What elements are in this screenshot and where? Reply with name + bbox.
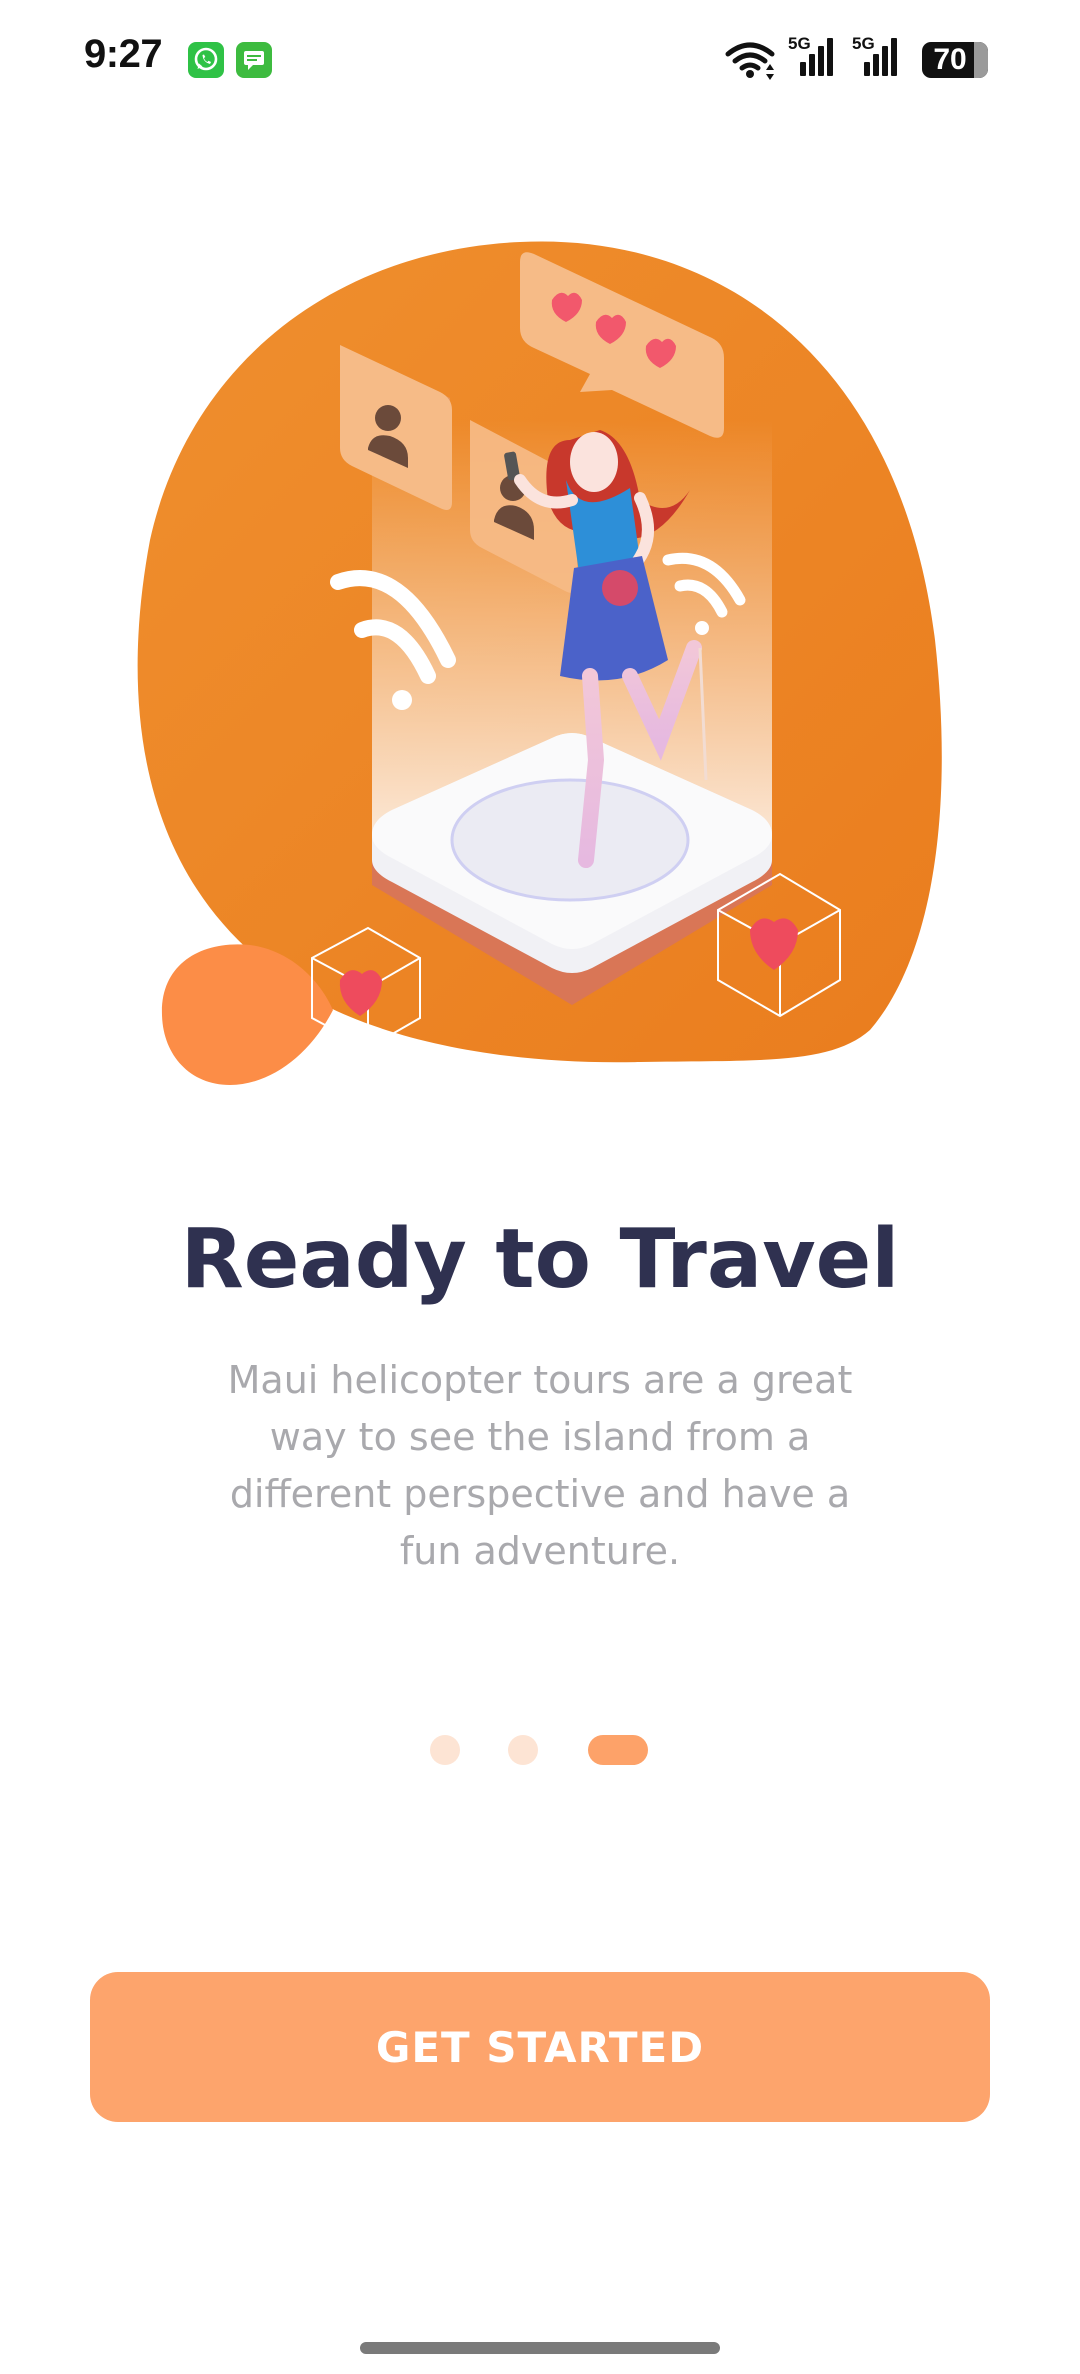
status-time: 9:27	[84, 32, 163, 76]
page-description: Maui helicopter tours are a great way to…	[227, 1358, 853, 1573]
page-indicator-dot[interactable]	[430, 1735, 460, 1765]
page-title: Ready to Travel	[180, 1212, 900, 1307]
signal-icon: 5G	[788, 34, 838, 82]
battery-level: 70	[933, 43, 967, 76]
page-indicator-dot-active[interactable]	[588, 1735, 648, 1765]
get-started-button[interactable]: GET STARTED	[90, 1972, 990, 2122]
home-indicator[interactable]	[360, 2342, 720, 2354]
battery-icon: 70	[922, 42, 988, 78]
network-type-label: 5G	[788, 34, 811, 53]
wifi-icon	[725, 42, 775, 80]
signal-icon: 5G	[852, 34, 902, 82]
travel-illustration	[137, 241, 942, 1085]
network-type-label: 5G	[852, 34, 875, 53]
whatsapp-icon	[188, 42, 224, 78]
onboarding-screen: 9:27 5G 5G 70 Ready to Travel Maui helic…	[0, 0, 1080, 2374]
messages-icon	[236, 42, 272, 78]
page-indicator-dot[interactable]	[508, 1735, 538, 1765]
status-bar: 9:27 5G 5G 70	[0, 0, 1080, 120]
